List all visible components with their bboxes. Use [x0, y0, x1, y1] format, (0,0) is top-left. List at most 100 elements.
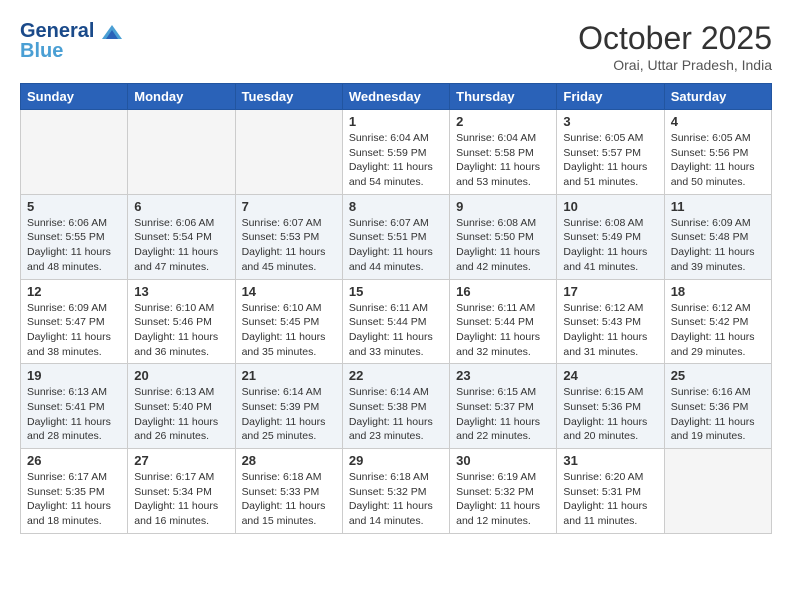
calendar-cell: 10 Sunrise: 6:08 AMSunset: 5:49 PMDayligh…	[557, 194, 664, 279]
day-info: Sunrise: 6:15 AMSunset: 5:37 PMDaylight:…	[456, 385, 550, 444]
day-number: 6	[134, 199, 228, 214]
month-year: October 2025	[578, 20, 772, 57]
calendar-cell: 29 Sunrise: 6:18 AMSunset: 5:32 PMDayligh…	[342, 449, 449, 534]
day-info: Sunrise: 6:13 AMSunset: 5:41 PMDaylight:…	[27, 385, 121, 444]
calendar-cell: 30 Sunrise: 6:19 AMSunset: 5:32 PMDayligh…	[450, 449, 557, 534]
day-number: 4	[671, 114, 765, 129]
calendar-cell: 19 Sunrise: 6:13 AMSunset: 5:41 PMDayligh…	[21, 364, 128, 449]
day-number: 30	[456, 453, 550, 468]
title-block: October 2025 Orai, Uttar Pradesh, India	[578, 20, 772, 73]
day-number: 3	[563, 114, 657, 129]
day-number: 8	[349, 199, 443, 214]
day-info: Sunrise: 6:11 AMSunset: 5:44 PMDaylight:…	[349, 301, 443, 360]
calendar-cell: 22Sunrise: 6:14 AMSunset: 5:38 PMDayligh…	[342, 364, 449, 449]
calendar-cell: 13 Sunrise: 6:10 AMSunset: 5:46 PMDayligh…	[128, 279, 235, 364]
location: Orai, Uttar Pradesh, India	[578, 57, 772, 73]
day-number: 12	[27, 284, 121, 299]
calendar-cell: 25Sunrise: 6:16 AMSunset: 5:36 PMDayligh…	[664, 364, 771, 449]
weekday-header-row: SundayMondayTuesdayWednesdayThursdayFrid…	[21, 84, 772, 110]
calendar-cell: 5 Sunrise: 6:06 AMSunset: 5:55 PMDaylight…	[21, 194, 128, 279]
calendar-cell: 1Sunrise: 6:04 AMSunset: 5:59 PMDaylight…	[342, 110, 449, 195]
weekday-header-thursday: Thursday	[450, 84, 557, 110]
day-info: Sunrise: 6:09 AMSunset: 5:48 PMDaylight:…	[671, 216, 765, 275]
day-number: 9	[456, 199, 550, 214]
week-row-5: 26 Sunrise: 6:17 AMSunset: 5:35 PMDayligh…	[21, 449, 772, 534]
day-info: Sunrise: 6:08 AMSunset: 5:50 PMDaylight:…	[456, 216, 550, 275]
day-info: Sunrise: 6:11 AMSunset: 5:44 PMDaylight:…	[456, 301, 550, 360]
logo-blue: Blue	[20, 40, 122, 62]
week-row-4: 19 Sunrise: 6:13 AMSunset: 5:41 PMDayligh…	[21, 364, 772, 449]
calendar: SundayMondayTuesdayWednesdayThursdayFrid…	[20, 83, 772, 534]
calendar-cell: 16 Sunrise: 6:11 AMSunset: 5:44 PMDayligh…	[450, 279, 557, 364]
day-info: Sunrise: 6:14 AMSunset: 5:38 PMDaylight:…	[349, 385, 443, 444]
weekday-header-wednesday: Wednesday	[342, 84, 449, 110]
day-info: Sunrise: 6:08 AMSunset: 5:49 PMDaylight:…	[563, 216, 657, 275]
day-number: 28	[242, 453, 336, 468]
calendar-cell: 31Sunrise: 6:20 AMSunset: 5:31 PMDayligh…	[557, 449, 664, 534]
logo-general: General	[20, 20, 122, 42]
day-number: 21	[242, 368, 336, 383]
day-info: Sunrise: 6:07 AMSunset: 5:53 PMDaylight:…	[242, 216, 336, 275]
weekday-header-monday: Monday	[128, 84, 235, 110]
day-info: Sunrise: 6:17 AMSunset: 5:34 PMDaylight:…	[134, 470, 228, 529]
day-number: 23	[456, 368, 550, 383]
day-info: Sunrise: 6:07 AMSunset: 5:51 PMDaylight:…	[349, 216, 443, 275]
day-number: 7	[242, 199, 336, 214]
day-info: Sunrise: 6:09 AMSunset: 5:47 PMDaylight:…	[27, 301, 121, 360]
calendar-cell: 2 Sunrise: 6:04 AMSunset: 5:58 PMDaylight…	[450, 110, 557, 195]
calendar-cell: 4 Sunrise: 6:05 AMSunset: 5:56 PMDaylight…	[664, 110, 771, 195]
calendar-cell: 21 Sunrise: 6:14 AMSunset: 5:39 PMDayligh…	[235, 364, 342, 449]
day-number: 19	[27, 368, 121, 383]
day-info: Sunrise: 6:12 AMSunset: 5:42 PMDaylight:…	[671, 301, 765, 360]
day-number: 15	[349, 284, 443, 299]
day-number: 27	[134, 453, 228, 468]
day-info: Sunrise: 6:06 AMSunset: 5:54 PMDaylight:…	[134, 216, 228, 275]
calendar-cell: 18Sunrise: 6:12 AMSunset: 5:42 PMDayligh…	[664, 279, 771, 364]
day-info: Sunrise: 6:18 AMSunset: 5:33 PMDaylight:…	[242, 470, 336, 529]
calendar-cell	[21, 110, 128, 195]
calendar-cell: 7 Sunrise: 6:07 AMSunset: 5:53 PMDaylight…	[235, 194, 342, 279]
calendar-cell: 28 Sunrise: 6:18 AMSunset: 5:33 PMDayligh…	[235, 449, 342, 534]
calendar-cell: 3Sunrise: 6:05 AMSunset: 5:57 PMDaylight…	[557, 110, 664, 195]
week-row-3: 12 Sunrise: 6:09 AMSunset: 5:47 PMDayligh…	[21, 279, 772, 364]
calendar-cell: 20 Sunrise: 6:13 AMSunset: 5:40 PMDayligh…	[128, 364, 235, 449]
calendar-cell: 27 Sunrise: 6:17 AMSunset: 5:34 PMDayligh…	[128, 449, 235, 534]
day-info: Sunrise: 6:10 AMSunset: 5:46 PMDaylight:…	[134, 301, 228, 360]
day-number: 13	[134, 284, 228, 299]
day-info: Sunrise: 6:18 AMSunset: 5:32 PMDaylight:…	[349, 470, 443, 529]
calendar-cell	[235, 110, 342, 195]
calendar-cell	[128, 110, 235, 195]
day-number: 29	[349, 453, 443, 468]
week-row-1: 1Sunrise: 6:04 AMSunset: 5:59 PMDaylight…	[21, 110, 772, 195]
day-number: 14	[242, 284, 336, 299]
calendar-cell: 11 Sunrise: 6:09 AMSunset: 5:48 PMDayligh…	[664, 194, 771, 279]
header: General Blue October 2025 Orai, Uttar Pr…	[20, 20, 772, 73]
day-number: 20	[134, 368, 228, 383]
day-info: Sunrise: 6:05 AMSunset: 5:56 PMDaylight:…	[671, 131, 765, 190]
day-info: Sunrise: 6:04 AMSunset: 5:59 PMDaylight:…	[349, 131, 443, 190]
day-number: 16	[456, 284, 550, 299]
day-info: Sunrise: 6:06 AMSunset: 5:55 PMDaylight:…	[27, 216, 121, 275]
logo: General Blue	[20, 20, 122, 62]
day-info: Sunrise: 6:20 AMSunset: 5:31 PMDaylight:…	[563, 470, 657, 529]
weekday-header-sunday: Sunday	[21, 84, 128, 110]
day-number: 2	[456, 114, 550, 129]
day-number: 11	[671, 199, 765, 214]
day-info: Sunrise: 6:19 AMSunset: 5:32 PMDaylight:…	[456, 470, 550, 529]
day-number: 26	[27, 453, 121, 468]
calendar-cell: 8 Sunrise: 6:07 AMSunset: 5:51 PMDaylight…	[342, 194, 449, 279]
day-info: Sunrise: 6:17 AMSunset: 5:35 PMDaylight:…	[27, 470, 121, 529]
day-info: Sunrise: 6:14 AMSunset: 5:39 PMDaylight:…	[242, 385, 336, 444]
day-info: Sunrise: 6:12 AMSunset: 5:43 PMDaylight:…	[563, 301, 657, 360]
day-number: 5	[27, 199, 121, 214]
calendar-cell: 15 Sunrise: 6:11 AMSunset: 5:44 PMDayligh…	[342, 279, 449, 364]
day-info: Sunrise: 6:15 AMSunset: 5:36 PMDaylight:…	[563, 385, 657, 444]
weekday-header-saturday: Saturday	[664, 84, 771, 110]
day-info: Sunrise: 6:04 AMSunset: 5:58 PMDaylight:…	[456, 131, 550, 190]
day-number: 10	[563, 199, 657, 214]
calendar-cell: 24Sunrise: 6:15 AMSunset: 5:36 PMDayligh…	[557, 364, 664, 449]
calendar-cell: 9 Sunrise: 6:08 AMSunset: 5:50 PMDaylight…	[450, 194, 557, 279]
calendar-cell: 14Sunrise: 6:10 AMSunset: 5:45 PMDayligh…	[235, 279, 342, 364]
day-info: Sunrise: 6:13 AMSunset: 5:40 PMDaylight:…	[134, 385, 228, 444]
page: General Blue October 2025 Orai, Uttar Pr…	[0, 0, 792, 544]
